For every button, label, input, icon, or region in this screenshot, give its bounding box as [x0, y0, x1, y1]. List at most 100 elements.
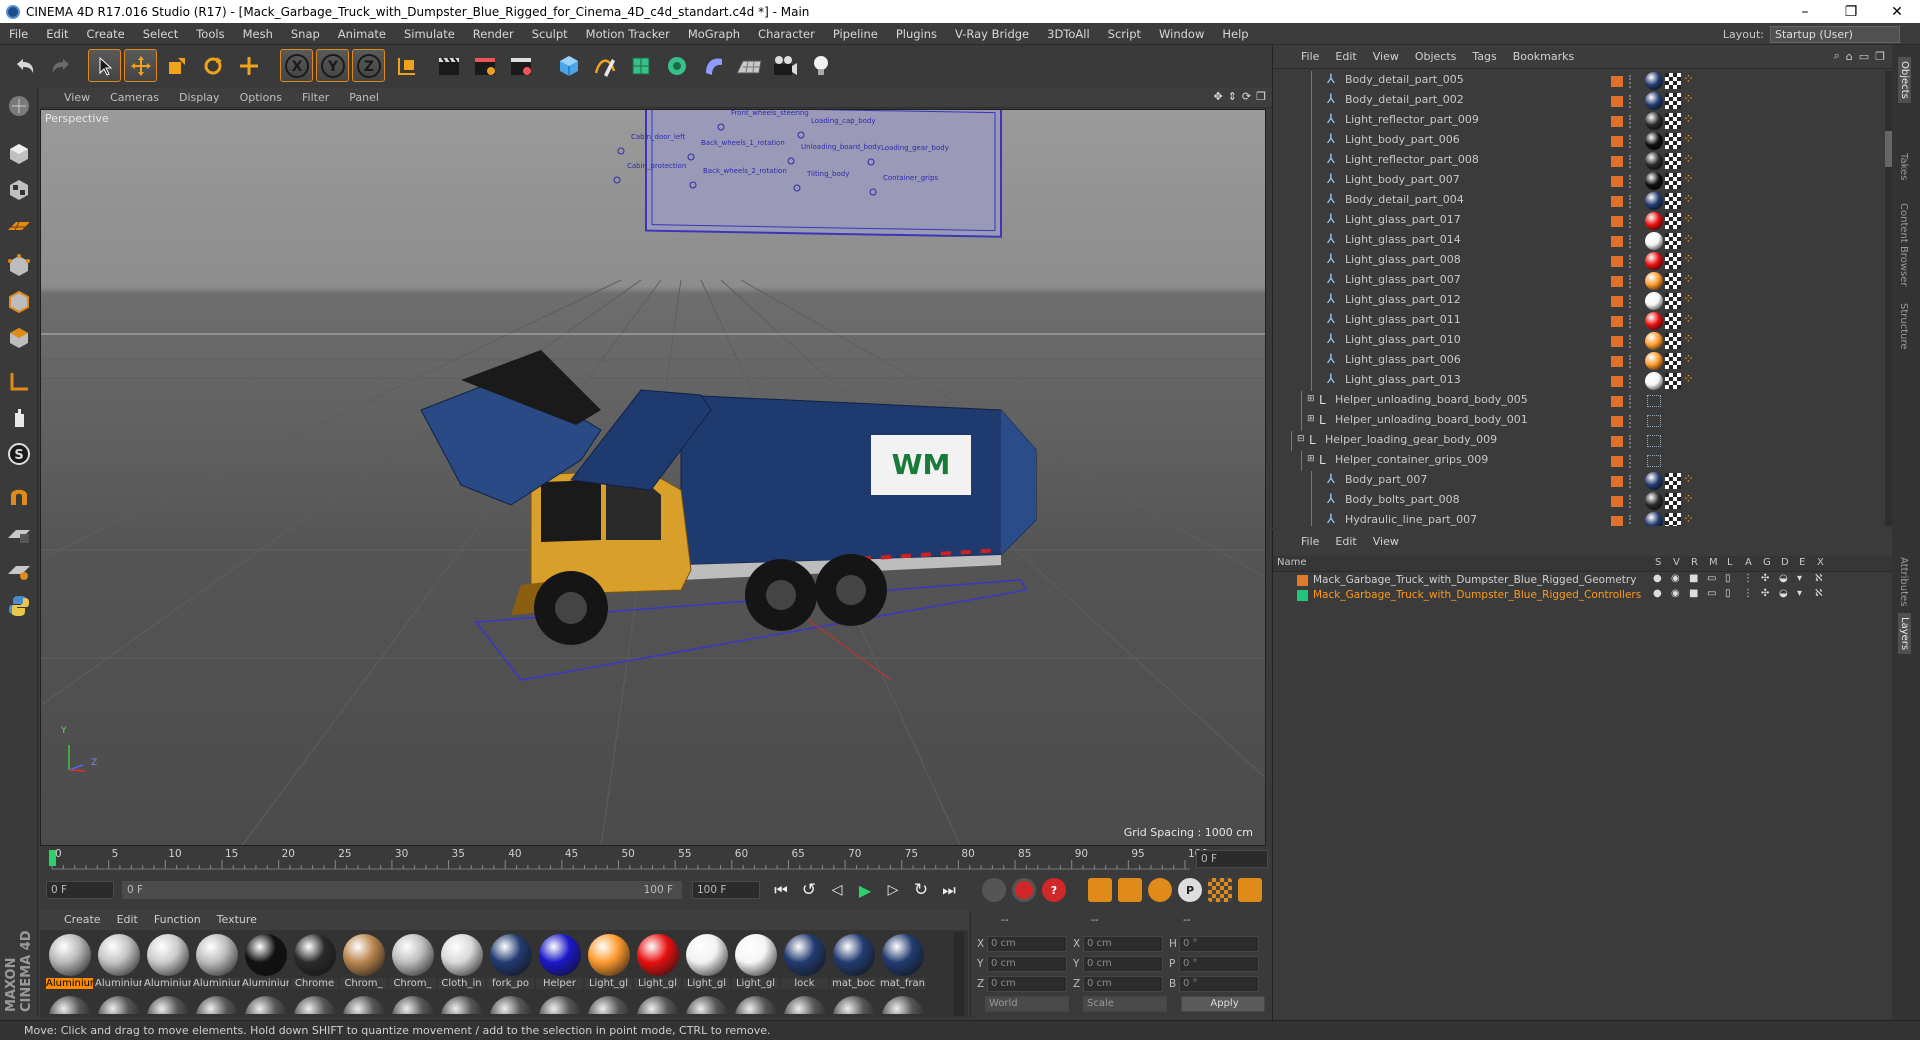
material-tag-icon[interactable] — [1645, 512, 1663, 526]
coord-position-x-field[interactable]: 0 cm — [987, 936, 1067, 952]
keyframe-selection-icon[interactable]: ? — [1042, 878, 1066, 902]
menu-plugins[interactable]: Plugins — [887, 23, 946, 45]
start-frame-field[interactable]: 0 F — [46, 881, 114, 899]
key-pla-icon[interactable] — [1208, 878, 1232, 902]
right-tab-objects[interactable]: Objects — [1898, 57, 1911, 103]
edges-mode-button[interactable] — [3, 286, 35, 318]
menu-motion-tracker[interactable]: Motion Tracker — [577, 23, 679, 45]
layer-menu-edit[interactable]: Edit — [1327, 530, 1364, 554]
layer-color-tag[interactable] — [1611, 516, 1623, 526]
viewport-menu-filter[interactable]: Filter — [292, 88, 339, 108]
frame-range-slider[interactable]: 0 F 100 F — [122, 881, 682, 899]
material-tag-icon[interactable] — [1645, 292, 1663, 310]
render-to-picture-viewer-button[interactable] — [468, 49, 501, 82]
material-swatch-row2[interactable] — [536, 996, 583, 1014]
visibility-toggle[interactable] — [1629, 95, 1633, 108]
world-dropdown[interactable]: World — [985, 996, 1069, 1012]
lock-icon[interactable]: ▯ — [1725, 588, 1731, 599]
uvw-tag-icon[interactable] — [1665, 133, 1681, 149]
material-swatch-row2[interactable] — [438, 996, 485, 1014]
coord-rotation-h-field[interactable]: 0 ° — [1179, 936, 1259, 952]
layer-color-swatch[interactable] — [1297, 575, 1308, 586]
material-swatch-row2[interactable] — [781, 996, 828, 1014]
menu-simulate[interactable]: Simulate — [395, 23, 464, 45]
uvw-tag-icon[interactable] — [1665, 333, 1681, 349]
layer-color-tag[interactable] — [1611, 276, 1623, 287]
coord-size-y-field[interactable]: 0 cm — [1083, 956, 1163, 972]
constraint-tag-icon[interactable]: ⁘ — [1683, 152, 1694, 167]
constraint-tag-icon[interactable]: ⁘ — [1683, 352, 1694, 367]
constraint-tag-icon[interactable]: ⁘ — [1683, 132, 1694, 147]
constraint-tag-icon[interactable]: ⁘ — [1683, 172, 1694, 187]
object-row[interactable]: ⅄ Light_glass_part_014 ⁘ — [1273, 231, 1883, 251]
layer-color-tag[interactable] — [1611, 336, 1623, 347]
menu-sculpt[interactable]: Sculpt — [523, 23, 577, 45]
layer-color-tag[interactable] — [1611, 416, 1623, 427]
object-row[interactable]: ⊞ L Helper_unloading_board_body_005 — [1273, 391, 1883, 411]
constraint-tag-icon[interactable]: ⁘ — [1683, 292, 1694, 307]
solo-icon[interactable]: ● — [1653, 573, 1662, 584]
constraint-tag-icon[interactable]: ⁘ — [1683, 272, 1694, 287]
layer-color-tag[interactable] — [1611, 376, 1623, 387]
visibility-toggle[interactable] — [1629, 115, 1633, 128]
lock-workplane-button[interactable] — [3, 518, 35, 550]
visibility-toggle[interactable] — [1629, 235, 1633, 248]
search-icon[interactable]: ⌕ — [1834, 49, 1840, 63]
move-view-icon[interactable]: ✥ — [1213, 90, 1222, 103]
go-to-prev-key-icon[interactable]: ↺ — [798, 879, 820, 901]
layer-color-tag[interactable] — [1611, 236, 1623, 247]
object-row[interactable]: ⊞ L Helper_container_grips_009 — [1273, 451, 1883, 471]
key-position-icon[interactable] — [1088, 878, 1112, 902]
uvw-tag-icon[interactable] — [1665, 173, 1681, 189]
object-menu-file[interactable]: File — [1293, 45, 1327, 69]
object-menu-bookmarks[interactable]: Bookmarks — [1505, 45, 1582, 69]
collapse-icon[interactable]: ⊟ — [1297, 434, 1305, 444]
cube-object-button[interactable] — [552, 49, 585, 82]
material-swatch[interactable]: Aluminium — [144, 934, 191, 989]
right-tab-content-browser[interactable]: Content Browser — [1898, 203, 1909, 286]
material-menu-texture[interactable]: Texture — [209, 910, 265, 930]
visibility-toggle[interactable] — [1629, 515, 1633, 526]
object-row[interactable]: ⅄ Light_glass_part_013 ⁘ — [1273, 371, 1883, 391]
object-row[interactable]: ⅄ Light_glass_part_008 ⁘ — [1273, 251, 1883, 271]
tweak-mode-button[interactable] — [3, 402, 35, 434]
layer-color-tag[interactable] — [1611, 436, 1623, 447]
layer-color-tag[interactable] — [1611, 116, 1623, 127]
spline-pen-button[interactable] — [588, 49, 621, 82]
manager-icon[interactable]: ▭ — [1707, 588, 1716, 599]
constraint-tag-icon[interactable]: ⁘ — [1683, 252, 1694, 267]
material-swatch-row2[interactable] — [193, 996, 240, 1014]
display-tag-icon[interactable] — [1647, 455, 1661, 467]
live-selection-button[interactable] — [88, 49, 121, 82]
layer-color-tag[interactable] — [1611, 136, 1623, 147]
material-swatch-row2[interactable] — [830, 996, 877, 1014]
magnet-button[interactable] — [3, 482, 35, 514]
constraint-tag-icon[interactable]: ⁘ — [1683, 192, 1694, 207]
viewport-menu-display[interactable]: Display — [169, 88, 230, 108]
material-tag-icon[interactable] — [1645, 172, 1663, 190]
uvw-tag-icon[interactable] — [1665, 513, 1681, 526]
constraint-tag-icon[interactable]: ⁘ — [1683, 492, 1694, 507]
layer-menu-file[interactable]: File — [1293, 530, 1327, 554]
z-axis-lock-button[interactable]: Z — [352, 49, 385, 82]
material-scrollbar[interactable] — [954, 932, 964, 1016]
material-tag-icon[interactable] — [1645, 312, 1663, 330]
visibility-toggle[interactable] — [1629, 375, 1633, 388]
menu-snap[interactable]: Snap — [282, 23, 329, 45]
zoom-view-icon[interactable]: ⇕ — [1228, 90, 1237, 103]
animation-icon[interactable]: ⋮ — [1743, 588, 1753, 599]
scale-tool-button[interactable] — [160, 49, 193, 82]
material-menu-edit[interactable]: Edit — [109, 910, 146, 930]
rotate-view-icon[interactable]: ⟳ — [1242, 90, 1251, 103]
visibility-toggle[interactable] — [1629, 155, 1633, 168]
planar-workplane-button[interactable] — [3, 554, 35, 586]
apply-button[interactable]: Apply — [1181, 996, 1265, 1012]
solo-icon[interactable]: ● — [1653, 588, 1662, 599]
material-swatch[interactable]: Light_gl — [634, 934, 681, 989]
constraint-tag-icon[interactable]: ⁘ — [1683, 232, 1694, 247]
uvw-tag-icon[interactable] — [1665, 153, 1681, 169]
layer-color-tag[interactable] — [1611, 216, 1623, 227]
render-view-button[interactable] — [432, 49, 465, 82]
uvw-tag-icon[interactable] — [1665, 233, 1681, 249]
layer-color-tag[interactable] — [1611, 196, 1623, 207]
